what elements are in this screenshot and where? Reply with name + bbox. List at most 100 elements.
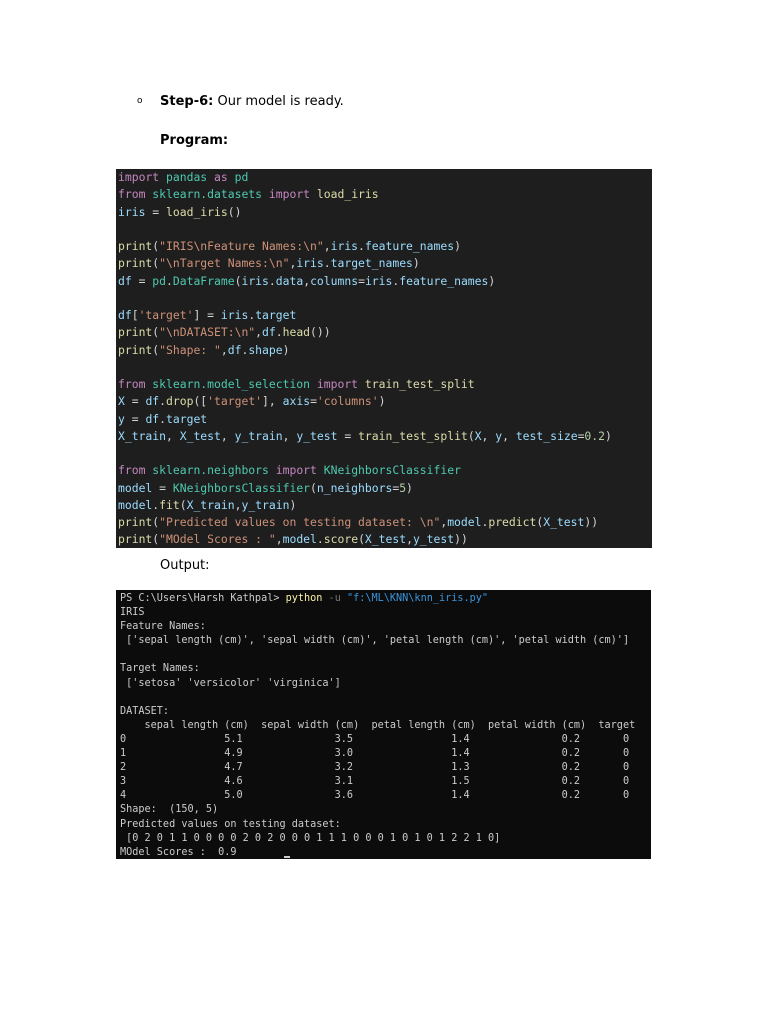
code-token: import [118, 170, 160, 184]
code-token: "MOdel Scores : " [159, 532, 276, 547]
code-token: . [159, 394, 167, 409]
code-token: = [152, 480, 173, 495]
terminal-line: 0 5.1 3.5 1.4 0.2 0 [120, 733, 651, 747]
code-token: = [358, 273, 365, 288]
code-token: "\nDATASET:\n" [159, 325, 256, 340]
terminal-line: Shape: (150, 5) [120, 803, 651, 817]
code-line: from sklearn.datasets import load_iris [118, 186, 652, 203]
code-token: ( [179, 497, 187, 512]
code-token: , [406, 532, 413, 547]
code-token: axis [282, 394, 311, 409]
code-token: DataFrame [172, 273, 235, 288]
code-token: y_test [296, 428, 338, 443]
terminal-line: 4 5.0 3.6 1.4 0.2 0 [120, 789, 651, 803]
terminal-line: IRIS [120, 606, 651, 620]
code-line: df = pd.DataFrame(iris.data,columns=iris… [118, 273, 652, 290]
code-token: . [358, 239, 365, 253]
code-token: pd [234, 170, 249, 184]
program-heading: Program: [160, 133, 229, 148]
terminal-line: Predicted values on testing dataset: [120, 818, 651, 832]
code-token: ) [406, 480, 413, 495]
code-token: = [124, 411, 146, 426]
terminal-line: [0 2 0 1 1 0 0 0 0 2 0 2 0 0 0 1 1 1 0 0… [120, 832, 651, 846]
terminal-line: DATASET: [120, 705, 651, 719]
code-token: 0.2 [584, 428, 605, 443]
code-token: , [255, 325, 263, 340]
code-token: -u [322, 593, 347, 604]
code-token: , [275, 532, 283, 547]
code-token: ) [289, 497, 297, 512]
code-token: ( [310, 480, 317, 495]
code-token: as [214, 170, 228, 184]
code-token: head [282, 325, 311, 340]
code-token: model [282, 532, 317, 547]
code-token: ) [605, 428, 612, 443]
code-token: = [124, 394, 146, 409]
code-token: feature_names [399, 273, 489, 288]
code-line: print("MOdel Scores : ",model.score(X_te… [118, 531, 652, 548]
code-token: "IRIS\nFeature Names:\n" [159, 239, 324, 253]
code-token: sklearn.model_selection [152, 377, 311, 391]
code-token: train_test_split [364, 377, 475, 391]
code-token: 3 4.6 3.1 1.5 0.2 0 [120, 776, 630, 788]
code-token: ['sepal length (cm)', 'sepal width (cm)'… [120, 635, 630, 647]
code-token: shape [248, 342, 283, 357]
code-token: X_train [186, 497, 235, 512]
code-token: X_test [543, 515, 585, 529]
code-token: df [145, 411, 160, 426]
code-token: iris [118, 204, 146, 219]
code-token: target_names [330, 256, 413, 271]
terminal-line: PS C:\Users\Harsh Kathpal> python -u "f:… [120, 592, 651, 606]
code-token: data [275, 273, 304, 288]
code-token: Feature Names: [120, 621, 206, 633]
code-token: )) [584, 515, 599, 529]
code-token: 'target' [138, 308, 194, 322]
code-token: iris [220, 308, 249, 322]
code-token: 4 5.0 3.6 1.4 0.2 0 [120, 790, 630, 802]
terminal-output: PS C:\Users\Harsh Kathpal> python -u "f:… [116, 590, 651, 859]
code-line: model.fit(X_train,y_train) [118, 497, 652, 514]
code-token: test_size [515, 428, 578, 443]
code-line: from sklearn.neighbors import KNeighbors… [118, 462, 652, 479]
code-token: predict [488, 515, 537, 529]
code-line: print("Shape: ",df.shape) [118, 342, 652, 359]
code-token: print [118, 325, 153, 340]
code-token: ) [412, 256, 420, 271]
code-token: 'columns' [316, 394, 379, 409]
code-token: KNeighborsClassifier [323, 463, 461, 478]
code-line: X = df.drop(['target'], axis='columns') [118, 393, 652, 410]
code-token: X_test [364, 532, 407, 547]
terminal-line: 3 4.6 3.1 1.5 0.2 0 [120, 775, 651, 789]
code-token: ], [262, 394, 283, 409]
code-token: ['setosa' 'versicolor' 'virginica'] [120, 677, 341, 689]
terminal-line: MOdel Scores : 0.9 [120, 846, 651, 859]
code-token: import [316, 377, 359, 391]
code-token: () [227, 204, 242, 219]
code-token: load_iris [316, 187, 379, 202]
code-token: df [118, 308, 132, 322]
code-token: ()) [310, 325, 331, 340]
code-token: from [118, 463, 146, 478]
code-token: KNeighborsClassifier [172, 480, 311, 495]
code-token: drop [166, 394, 194, 409]
code-token: . [323, 256, 331, 271]
step-description: Our model is ready. [213, 94, 344, 109]
code-token: print [118, 256, 153, 271]
code-token: print [118, 515, 153, 529]
python-code-block: import pandas as pd from sklearn.datasets… [116, 169, 652, 548]
code-token: model [447, 515, 482, 529]
code-line: from sklearn.model_selection import trai… [118, 376, 652, 393]
terminal-line: sepal length (cm) sepal width (cm) petal… [120, 719, 651, 733]
code-token: print [118, 532, 153, 547]
code-line: print("IRIS\nFeature Names:\n",iris.feat… [118, 238, 652, 255]
code-token: , [481, 428, 496, 443]
code-token: "\nTarget Names:\n" [159, 256, 290, 271]
code-token: "Shape: " [159, 342, 221, 357]
